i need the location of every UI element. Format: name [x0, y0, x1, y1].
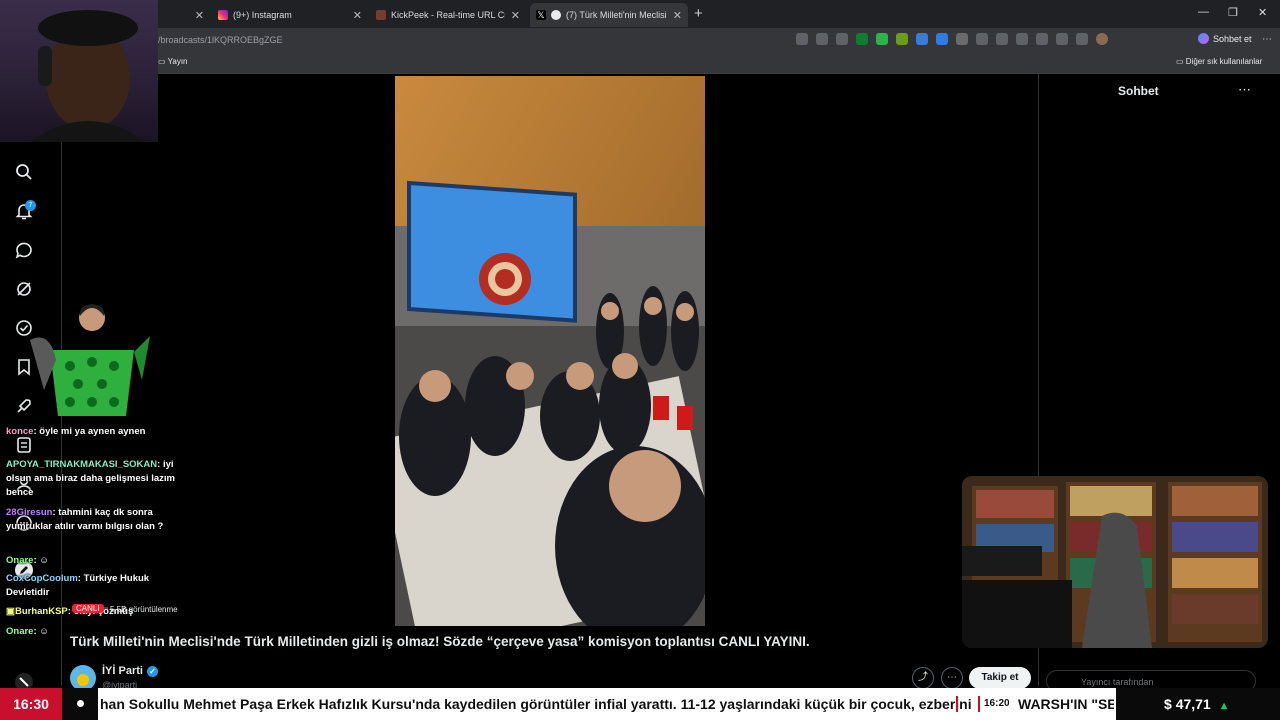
search-icon[interactable]: [14, 162, 34, 182]
extension-icon[interactable]: [876, 33, 888, 45]
bookmarks-bar: ▭ Yayın ▭ Diğer sık kullanılanlar: [0, 52, 1280, 74]
author-name[interactable]: İYİ Parti ✓: [102, 665, 158, 677]
video-player[interactable]: [395, 76, 705, 626]
chat-message: konce: öyle mi ya aynen aynen: [6, 426, 146, 437]
heart-icon[interactable]: [1056, 33, 1068, 45]
ticker-live-dot: [62, 688, 98, 720]
bookmark-yayin[interactable]: ▭ Yayın: [158, 57, 188, 66]
restore-icon[interactable]: ❐: [1228, 6, 1238, 19]
bookshelf-room-image: [962, 476, 1268, 648]
browser-tab-x-active[interactable]: 𝕏 (7) Türk Milleti'nin Meclisi'nde ✕: [530, 3, 688, 27]
more-icon[interactable]: ⋯: [1262, 34, 1272, 45]
screenshot-icon[interactable]: [1076, 33, 1088, 45]
extension-icon[interactable]: [956, 33, 968, 45]
avatar[interactable]: [1096, 33, 1108, 45]
instagram-icon: [218, 10, 228, 20]
extension-icon[interactable]: [896, 33, 908, 45]
close-window-icon[interactable]: ✕: [1258, 6, 1267, 19]
browser-toolbar: /broadcasts/1lKQRROEBgZGE Sohbet et ⋯: [0, 28, 1280, 52]
kickpeek-icon: [376, 10, 386, 20]
chat-more-icon[interactable]: ⋯: [1238, 82, 1251, 98]
ticker-separator: [956, 696, 958, 712]
currency-rate: $ 47,71 ▲: [1116, 688, 1280, 720]
ticker-separator: [978, 696, 980, 712]
ticker-clock: 16:30: [0, 688, 62, 720]
address-bar[interactable]: /broadcasts/1lKQRROEBgZGE: [152, 31, 852, 49]
grok-icon[interactable]: [14, 279, 34, 299]
notification-badge: 7: [25, 200, 36, 211]
chat-message: APOYA_TIRNAKMAKASI_SOKAN: iyi olsun ama …: [6, 459, 175, 498]
live-badge: CANLI: [72, 604, 104, 613]
messages-icon[interactable]: [14, 240, 34, 260]
minimize-icon[interactable]: —: [1198, 6, 1209, 18]
x-icon: 𝕏: [536, 10, 546, 20]
chat-message: 28Giresun: tahmini kaç dk sonra yumrukla…: [6, 507, 164, 532]
extension-icon[interactable]: [916, 33, 928, 45]
share-icon[interactable]: ⤴: [912, 667, 934, 689]
browser-tab-bar: ✕ (9+) Instagram ✕ KickPeek - Real-time …: [0, 0, 1280, 28]
streamer-webcam: [0, 0, 158, 142]
reader-icon[interactable]: [816, 33, 828, 45]
extension-icons: [796, 33, 1108, 45]
recording-icon: [551, 10, 561, 20]
news-ticker: 16:30 han Sokullu Mehmet Paşa Erkek Hafı…: [0, 688, 1280, 720]
chat-heading: Sohbet: [1118, 84, 1159, 98]
broadcast-title: Türk Milleti'nin Meclisi'nde Türk Millet…: [70, 634, 810, 649]
browser-tab-kickpeek[interactable]: KickPeek - Real-time URL Crawler f ✕: [370, 3, 526, 27]
chat-message: Onare: ☺: [6, 555, 49, 566]
verified-icon: ✓: [146, 665, 158, 677]
dollar-symbol: $: [1164, 696, 1172, 712]
chat-message: CoxCopCoolum: Türkiye Hukuk Devletidir: [6, 573, 150, 598]
emote-overlay-image: [30, 304, 150, 416]
close-tab-icon[interactable]: ✕: [195, 9, 204, 22]
new-tab-icon[interactable]: +: [694, 5, 703, 22]
extension-icon[interactable]: [856, 33, 868, 45]
close-tab-icon[interactable]: ✕: [511, 9, 520, 22]
emote-icon: ☺: [39, 626, 49, 637]
split-icon[interactable]: [996, 33, 1008, 45]
more-options-icon[interactable]: ⋯: [941, 667, 963, 689]
extension-icon[interactable]: [936, 33, 948, 45]
view-count: 5,5B görüntülenme: [110, 605, 178, 614]
follow-button[interactable]: Takip et: [969, 667, 1031, 689]
ticker-headline: han Sokullu Mehmet Paşa Erkek Hafızlık K…: [100, 696, 972, 712]
second-webcam: [962, 476, 1268, 648]
chat-message: Onare: ☺: [6, 626, 49, 637]
video-frame-image: [395, 76, 705, 626]
up-arrow-icon: ▲: [1218, 700, 1230, 712]
browser-tab[interactable]: ✕: [150, 3, 210, 27]
tab-action-icon[interactable]: [796, 33, 808, 45]
ticker-time-2: 16:20: [984, 698, 1010, 709]
badge-icon: ▣: [6, 606, 15, 617]
puzzle-icon[interactable]: [976, 33, 988, 45]
rate-value: 47,71: [1175, 696, 1211, 712]
copilot-icon: [1198, 33, 1209, 44]
ticker-headline-2: WARSH'IN "SE: [1018, 696, 1114, 712]
close-tab-icon[interactable]: ✕: [353, 9, 362, 22]
emote-icon: ☺: [39, 555, 49, 566]
star-icon[interactable]: [836, 33, 848, 45]
close-tab-icon[interactable]: ✕: [673, 9, 682, 22]
copilot-chat-button[interactable]: Sohbet et: [1198, 33, 1252, 44]
collections-icon[interactable]: [1036, 33, 1048, 45]
favorites-icon[interactable]: [1016, 33, 1028, 45]
webcam-image: [30, 10, 146, 142]
bookmark-other[interactable]: ▭ Diğer sık kullanılanlar: [1176, 57, 1262, 66]
browser-tab-instagram[interactable]: (9+) Instagram ✕: [212, 3, 368, 27]
